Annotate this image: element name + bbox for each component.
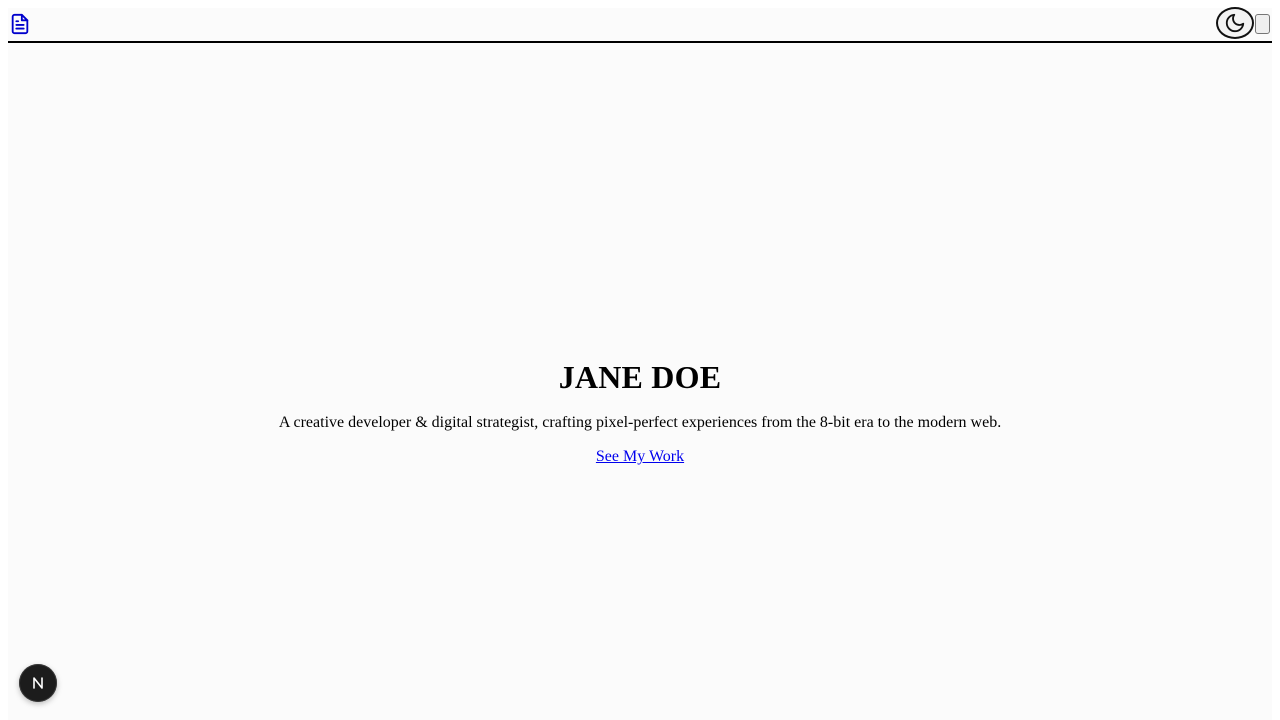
document-icon (9, 12, 31, 36)
hero-section: JANE DOE A creative developer & digital … (8, 358, 1272, 467)
hero-tagline: A creative developer & digital strategis… (278, 414, 1002, 431)
menu-button[interactable] (1255, 14, 1270, 34)
moon-icon (1224, 12, 1246, 34)
n-logo-icon (30, 675, 46, 691)
top-navigation-bar (8, 7, 1272, 43)
hero-title: JANE DOE (558, 359, 722, 395)
dev-tools-badge[interactable] (19, 664, 57, 702)
page-background: JANE DOE A creative developer & digital … (8, 7, 1272, 720)
theme-toggle-button[interactable] (1216, 7, 1254, 39)
see-my-work-link[interactable]: See My Work (596, 447, 684, 467)
resume-link[interactable] (9, 12, 31, 36)
